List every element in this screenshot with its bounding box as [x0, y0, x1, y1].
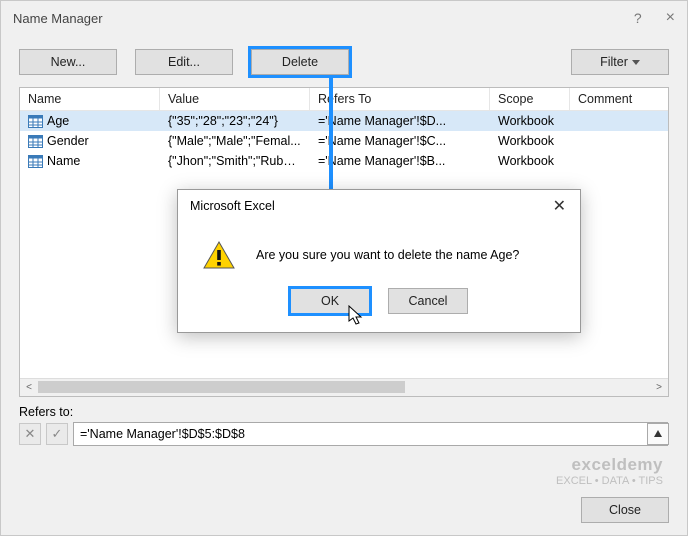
- scroll-right-icon[interactable]: >: [650, 379, 668, 396]
- warning-icon: [202, 240, 236, 270]
- cancel-edit-button[interactable]: ✕: [19, 423, 41, 445]
- comment-cell: [570, 120, 668, 122]
- comment-cell: [570, 140, 668, 142]
- table-row[interactable]: Age {"35";"28";"23";"24"} ='Name Manager…: [20, 111, 668, 131]
- titlebar: Name Manager ? ×: [1, 1, 687, 35]
- col-header-scope[interactable]: Scope: [490, 88, 570, 110]
- collapse-icon: [653, 429, 663, 439]
- table-row[interactable]: Gender {"Male";"Male";"Femal... ='Name M…: [20, 131, 668, 151]
- ok-button[interactable]: OK: [290, 288, 370, 314]
- name-cell: Age: [47, 114, 69, 128]
- refers-to-input[interactable]: [73, 422, 668, 446]
- table-row[interactable]: Name {"Jhon";"Smith";"Ruby"... ='Name Ma…: [20, 151, 668, 171]
- col-header-value[interactable]: Value: [160, 88, 310, 110]
- value-cell: {"Jhon";"Smith";"Ruby"...: [160, 153, 310, 169]
- col-header-name[interactable]: Name: [20, 88, 160, 110]
- refers-cell: ='Name Manager'!$C...: [310, 133, 490, 149]
- delete-button[interactable]: Delete: [251, 49, 349, 75]
- refers-cell: ='Name Manager'!$D...: [310, 113, 490, 129]
- name-cell: Gender: [47, 134, 89, 148]
- filter-button[interactable]: Filter: [571, 49, 669, 75]
- col-header-comment[interactable]: Comment: [570, 88, 668, 110]
- footer: Close: [581, 497, 669, 523]
- name-cell: Name: [47, 154, 80, 168]
- name-manager-window: Name Manager ? × New... Edit... Delete F…: [0, 0, 688, 536]
- dialog-titlebar: Microsoft Excel ✕: [178, 190, 580, 222]
- collapse-dialog-button[interactable]: [647, 423, 669, 445]
- refers-to-label: Refers to:: [19, 405, 669, 419]
- col-header-refers[interactable]: Refers To: [310, 88, 490, 110]
- scope-cell: Workbook: [490, 133, 570, 149]
- window-close-button[interactable]: ×: [660, 7, 681, 29]
- horizontal-scrollbar[interactable]: < >: [20, 378, 668, 396]
- grid-header: Name Value Refers To Scope Comment: [20, 88, 668, 111]
- table-icon: [28, 115, 43, 128]
- table-icon: [28, 135, 43, 148]
- dialog-title: Microsoft Excel: [190, 199, 275, 213]
- refers-to-section: Refers to: ✕ ✓: [19, 405, 669, 446]
- comment-cell: [570, 160, 668, 162]
- close-button[interactable]: Close: [581, 497, 669, 523]
- watermark: exceldemy EXCEL • DATA • TIPS: [556, 456, 663, 487]
- help-button[interactable]: ?: [634, 10, 642, 26]
- confirm-delete-dialog: Microsoft Excel ✕ Are you sure you want …: [177, 189, 581, 333]
- toolbar: New... Edit... Delete Filter: [1, 35, 687, 85]
- table-icon: [28, 155, 43, 168]
- edit-button[interactable]: Edit...: [135, 49, 233, 75]
- window-title: Name Manager: [13, 11, 103, 26]
- scroll-left-icon[interactable]: <: [20, 379, 38, 396]
- value-cell: {"Male";"Male";"Femal...: [160, 133, 310, 149]
- scroll-thumb[interactable]: [38, 381, 405, 393]
- accept-edit-button[interactable]: ✓: [46, 423, 68, 445]
- scope-cell: Workbook: [490, 153, 570, 169]
- scope-cell: Workbook: [490, 113, 570, 129]
- new-button[interactable]: New...: [19, 49, 117, 75]
- cancel-button[interactable]: Cancel: [388, 288, 468, 314]
- dialog-message: Are you sure you want to delete the name…: [256, 248, 519, 262]
- value-cell: {"35";"28";"23";"24"}: [160, 113, 310, 129]
- refers-cell: ='Name Manager'!$B...: [310, 153, 490, 169]
- dialog-close-button[interactable]: ✕: [547, 194, 572, 218]
